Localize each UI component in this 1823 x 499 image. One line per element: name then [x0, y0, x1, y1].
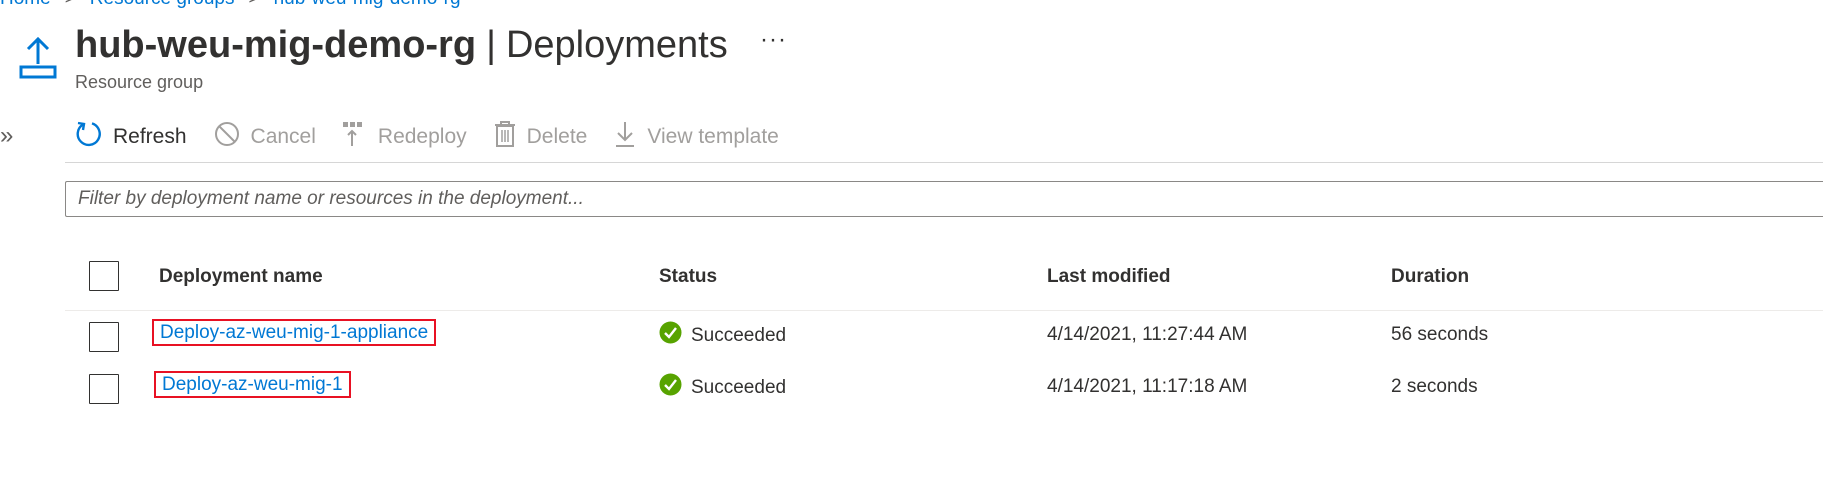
- page-title: hub-weu-mig-demo-rg | Deployments: [75, 22, 728, 68]
- cancel-icon: [213, 120, 251, 154]
- column-header-status[interactable]: Status: [659, 266, 717, 288]
- title-separator: |: [486, 24, 496, 66]
- deployments-upload-icon: [18, 36, 58, 80]
- view-template-button[interactable]: View template: [613, 120, 779, 154]
- status-text: Succeeded: [691, 376, 787, 398]
- breadcrumb: Home > Resource groups > hub-weu-mig-demo-rg: [0, 0, 461, 10]
- toolbar-divider: [65, 162, 1823, 163]
- breadcrumb-resource-groups[interactable]: Resource groups: [90, 0, 235, 10]
- duration-cell: 2 seconds: [1391, 376, 1478, 397]
- expand-sidebar-button[interactable]: »: [0, 122, 13, 150]
- column-header-last-modified[interactable]: Last modified: [1047, 266, 1171, 288]
- column-header-deployment-name[interactable]: Deployment name: [159, 266, 323, 288]
- row-checkbox[interactable]: [89, 322, 119, 352]
- refresh-button[interactable]: Refresh: [75, 120, 187, 154]
- breadcrumb-resource-group[interactable]: hub-weu-mig-demo-rg: [274, 0, 461, 10]
- delete-label: Delete: [526, 125, 588, 148]
- breadcrumb-separator: >: [65, 0, 76, 10]
- more-options-button[interactable]: ···: [760, 26, 787, 54]
- table-row-name: Deploy-az-weu-mig-1-appliance: [152, 319, 437, 346]
- breadcrumb-separator: >: [249, 0, 260, 10]
- last-modified-cell: 4/14/2021, 11:27:44 AM: [1047, 324, 1248, 345]
- status-cell: Succeeded: [659, 373, 786, 402]
- resource-group-name: hub-weu-mig-demo-rg: [75, 24, 477, 66]
- redeploy-label: Redeploy: [377, 125, 467, 148]
- cancel-button[interactable]: Cancel: [213, 120, 316, 154]
- status-text: Succeeded: [691, 324, 787, 346]
- blade-name: Deployments: [505, 24, 728, 66]
- row-checkbox[interactable]: [89, 374, 119, 404]
- redeploy-icon: [342, 120, 378, 154]
- status-cell: Succeeded: [659, 321, 786, 350]
- duration-cell: 56 seconds: [1391, 324, 1489, 345]
- header-divider: [65, 310, 1823, 311]
- delete-icon: [493, 120, 527, 154]
- deployment-link[interactable]: Deploy-az-weu-mig-1: [154, 371, 351, 398]
- delete-button[interactable]: Delete: [493, 120, 588, 154]
- breadcrumb-home[interactable]: Home: [0, 0, 51, 10]
- refresh-icon: [75, 120, 113, 154]
- filter-box: [65, 181, 1823, 217]
- column-header-duration[interactable]: Duration: [1391, 266, 1469, 288]
- redeploy-button[interactable]: Redeploy: [342, 120, 467, 154]
- download-icon: [613, 120, 647, 154]
- view-template-label: View template: [647, 125, 779, 148]
- last-modified-cell: 4/14/2021, 11:17:18 AM: [1047, 376, 1248, 397]
- deployment-link[interactable]: Deploy-az-weu-mig-1-appliance: [152, 319, 437, 346]
- select-all-checkbox[interactable]: [89, 261, 119, 291]
- success-check-icon: [659, 321, 691, 350]
- success-check-icon: [659, 373, 691, 402]
- table-row-name: Deploy-az-weu-mig-1: [154, 371, 351, 398]
- page-subtitle: Resource group: [75, 72, 204, 92]
- command-bar: Refresh Cancel Redeploy Delete View temp…: [75, 117, 805, 157]
- refresh-label: Refresh: [113, 125, 187, 148]
- filter-input[interactable]: [66, 182, 1823, 216]
- cancel-label: Cancel: [250, 125, 316, 148]
